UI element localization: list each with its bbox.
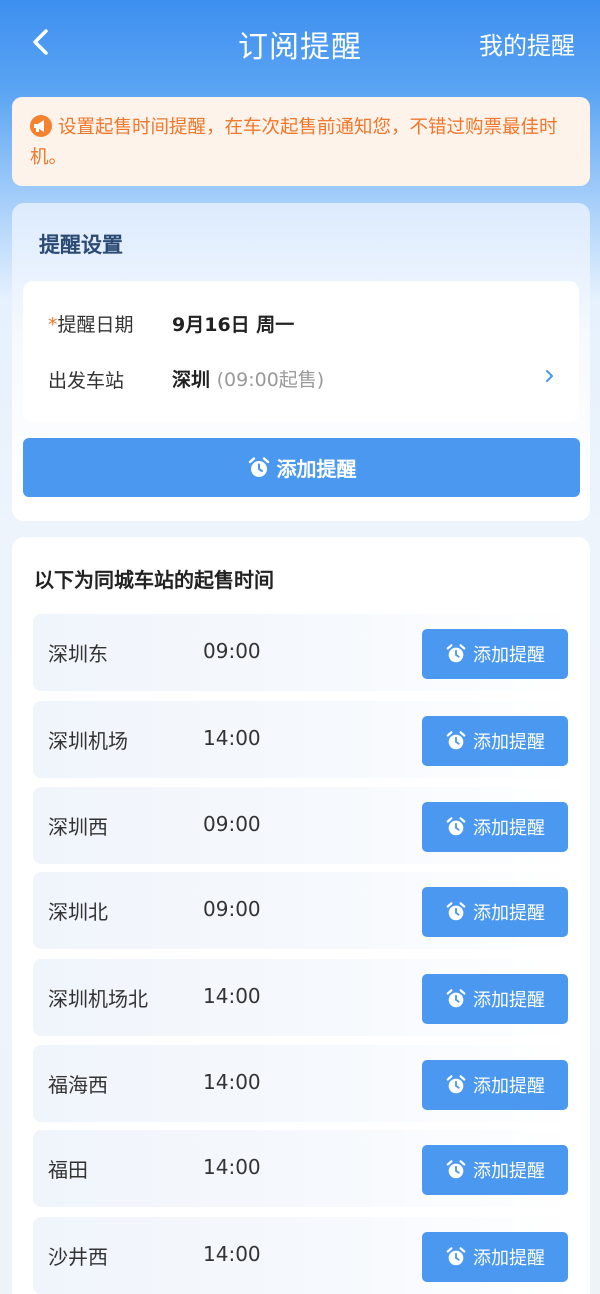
date-value[interactable]: 9月16日 周一 bbox=[172, 310, 294, 337]
notice-text: 设置起售时间提醒，在车次起售前通知您，不错过购票最佳时机。 bbox=[30, 117, 558, 168]
chevron-right-icon[interactable] bbox=[543, 369, 557, 383]
alarm-clock-icon bbox=[446, 989, 466, 1008]
same-city-stations-card: 以下为同城车站的起售时间 深圳东 09:00 添加提醒 深圳机场 14:00 添加提醒 深圳… bbox=[12, 537, 590, 1294]
my-reminders-link[interactable]: 我的提醒 bbox=[479, 26, 575, 61]
required-mark: * bbox=[48, 314, 58, 336]
station-name: 福田 bbox=[48, 1158, 88, 1182]
station-sale-time: 09:00 bbox=[203, 897, 261, 921]
alarm-clock-icon bbox=[446, 644, 466, 663]
station-add-reminder-button[interactable]: 添加提醒 bbox=[422, 629, 568, 679]
station-add-reminder-button[interactable]: 添加提醒 bbox=[422, 1060, 568, 1110]
station-row: 深圳东 09:00 添加提醒 bbox=[33, 614, 579, 691]
station-sale-time: 14:00 bbox=[203, 1155, 261, 1179]
station-row: 深圳机场北 14:00 添加提醒 bbox=[33, 959, 579, 1036]
station-name: 深圳东 bbox=[48, 642, 108, 666]
station-value: 深圳 bbox=[172, 369, 211, 391]
station-add-reminder-button[interactable]: 添加提醒 bbox=[422, 887, 568, 937]
station-name: 深圳北 bbox=[48, 900, 108, 924]
station-sale-time: 14:00 bbox=[203, 984, 261, 1008]
station-row: 深圳北 09:00 添加提醒 bbox=[33, 872, 579, 949]
station-add-reminder-label: 添加提醒 bbox=[473, 645, 545, 666]
date-label: *提醒日期 bbox=[48, 314, 134, 336]
station-add-reminder-label: 添加提醒 bbox=[473, 903, 545, 924]
station-name: 深圳机场 bbox=[48, 729, 128, 753]
station-sale-time: (09:00起售) bbox=[216, 369, 325, 391]
station-label: 出发车站 bbox=[48, 370, 125, 392]
alarm-clock-icon bbox=[446, 731, 466, 750]
alarm-clock-icon bbox=[446, 1075, 466, 1094]
reminder-settings-card: 提醒设置 *提醒日期 9月16日 周一 出发车站 深圳 (09:00起售) 添加… bbox=[12, 203, 590, 521]
notice-banner: 设置起售时间提醒，在车次起售前通知您，不错过购票最佳时机。 bbox=[12, 97, 590, 186]
station-row: 深圳机场 14:00 添加提醒 bbox=[33, 701, 579, 778]
station-row: 沙井西 14:00 添加提醒 bbox=[33, 1217, 579, 1294]
station-add-reminder-label: 添加提醒 bbox=[473, 1076, 545, 1097]
station-row: 深圳西 09:00 添加提醒 bbox=[33, 787, 579, 864]
station-add-reminder-button[interactable]: 添加提醒 bbox=[422, 1232, 568, 1282]
alarm-clock-icon bbox=[446, 1160, 466, 1179]
alarm-clock-icon bbox=[446, 1247, 466, 1266]
station-add-reminder-label: 添加提醒 bbox=[473, 1248, 545, 1269]
add-reminder-label: 添加提醒 bbox=[276, 457, 357, 481]
megaphone-icon bbox=[30, 115, 52, 137]
alarm-clock-icon bbox=[248, 456, 269, 477]
station-add-reminder-label: 添加提醒 bbox=[473, 1161, 545, 1182]
station-selector[interactable]: 深圳 (09:00起售) bbox=[172, 365, 324, 392]
alarm-clock-icon bbox=[446, 817, 466, 836]
station-add-reminder-label: 添加提醒 bbox=[473, 990, 545, 1011]
station-row: 福海西 14:00 添加提醒 bbox=[33, 1045, 579, 1122]
station-name: 深圳机场北 bbox=[48, 987, 148, 1011]
station-sale-time: 09:00 bbox=[203, 639, 261, 663]
station-name: 深圳西 bbox=[48, 815, 108, 839]
station-add-reminder-button[interactable]: 添加提醒 bbox=[422, 1145, 568, 1195]
settings-form: *提醒日期 9月16日 周一 出发车站 深圳 (09:00起售) bbox=[23, 281, 579, 422]
station-name: 福海西 bbox=[48, 1073, 108, 1097]
header-bar: 订阅提醒 我的提醒 bbox=[0, 0, 600, 88]
station-add-reminder-button[interactable]: 添加提醒 bbox=[422, 716, 568, 766]
station-sale-time: 14:00 bbox=[203, 726, 261, 750]
station-add-reminder-button[interactable]: 添加提醒 bbox=[422, 802, 568, 852]
station-add-reminder-button[interactable]: 添加提醒 bbox=[422, 974, 568, 1024]
station-sale-time: 14:00 bbox=[203, 1070, 261, 1094]
settings-title: 提醒设置 bbox=[39, 233, 123, 257]
station-sale-time: 14:00 bbox=[203, 1242, 261, 1266]
station-row: 福田 14:00 添加提醒 bbox=[33, 1130, 579, 1207]
stations-title: 以下为同城车站的起售时间 bbox=[34, 568, 274, 592]
alarm-clock-icon bbox=[446, 902, 466, 921]
station-sale-time: 09:00 bbox=[203, 812, 261, 836]
station-name: 沙井西 bbox=[48, 1245, 108, 1269]
station-add-reminder-label: 添加提醒 bbox=[473, 818, 545, 839]
add-reminder-button[interactable]: 添加提醒 bbox=[23, 438, 580, 497]
station-add-reminder-label: 添加提醒 bbox=[473, 732, 545, 753]
